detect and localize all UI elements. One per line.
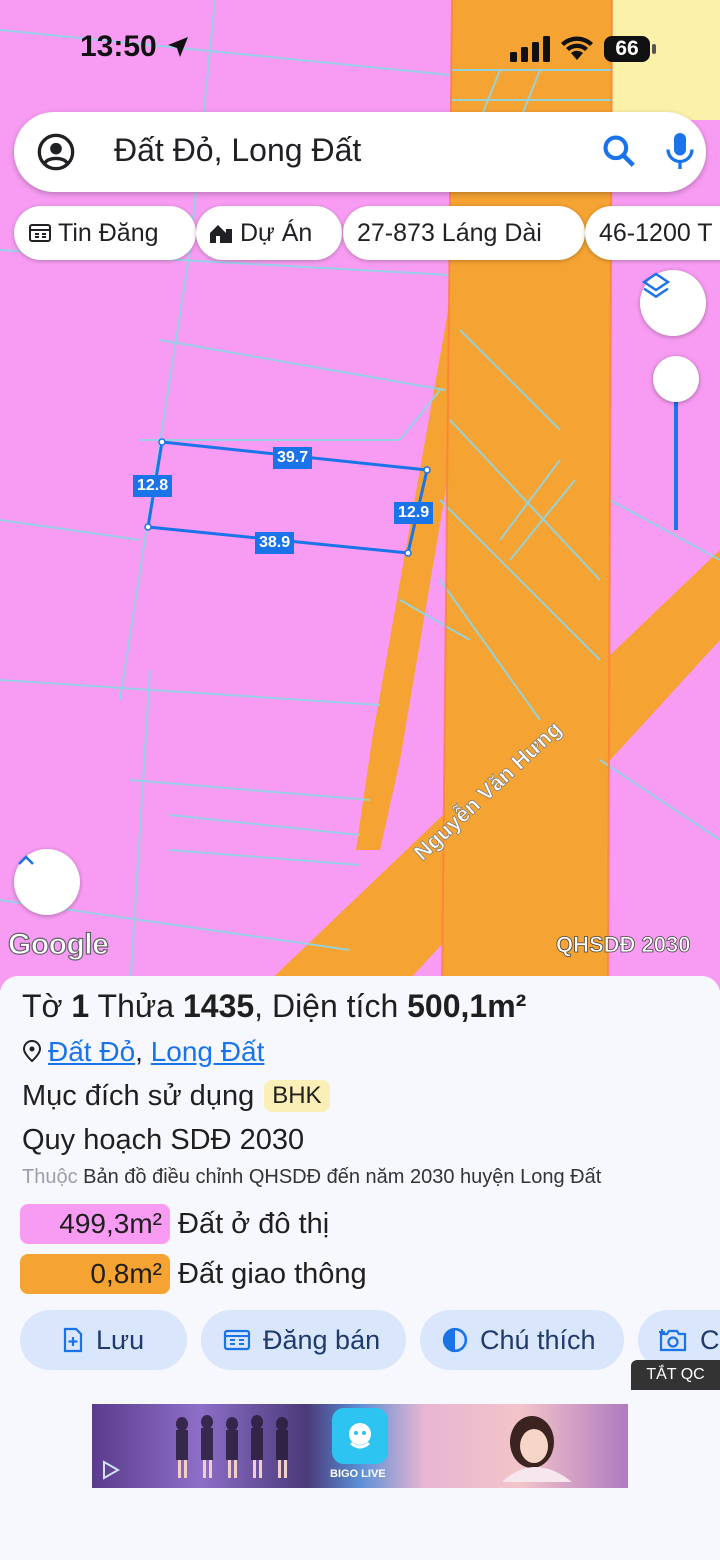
source-prefix: Thuộc [22, 1166, 78, 1188]
sheet-number: 1 [71, 988, 90, 1024]
dimension-right: 12.9 [394, 502, 434, 524]
land-use-name: Đất giao thông [178, 1257, 367, 1290]
area-label: , Diện tích [254, 988, 399, 1024]
chip-label: Tin Đăng [58, 218, 159, 247]
action-label: C [700, 1324, 720, 1355]
address-separator: , [135, 1036, 143, 1067]
post-sale-icon [223, 1329, 251, 1351]
plot-number: 1435 [182, 988, 255, 1024]
search-bar[interactable]: Đất Đỏ, Long Đất [14, 112, 706, 192]
battery-nub [652, 44, 656, 54]
filter-chips: Tin Đăng Dự Án 27-873 Láng Dài 46-1200 T [0, 206, 720, 262]
action-label: Đăng bán [263, 1324, 381, 1355]
dimension-bottom: 38.9 [255, 532, 295, 554]
action-buttons: Lưu Đăng bán Chú thích C [0, 1310, 720, 1372]
status-time: 13:50 [80, 30, 157, 63]
commune-link[interactable]: Đất Đỏ [48, 1036, 135, 1067]
listing-icon [29, 224, 51, 242]
cellular-signal-icon [510, 36, 550, 62]
plan-title: Quy hoạch SDĐ 2030 [22, 1124, 305, 1156]
chip-label: Dự Án [240, 218, 313, 247]
dimension-top: 39.7 [273, 447, 313, 469]
battery-level: 66 [604, 36, 650, 62]
chip-plan-1200[interactable]: 46-1200 T [585, 206, 720, 260]
google-attribution: Google [7, 927, 109, 961]
source-text: Bản đồ điều chỉnh QHSDĐ đến năm 2030 huy… [83, 1166, 602, 1188]
plan-source: Thuộc Bản đồ điều chỉnh QHSDĐ đến năm 20… [22, 1166, 601, 1189]
expand-sheet-button[interactable] [14, 849, 80, 915]
opacity-slider-track[interactable] [674, 395, 678, 530]
chip-label: 46-1200 T [599, 218, 713, 247]
ad-brand-text: BIGO LIVE [330, 1468, 386, 1480]
land-use-area: 0,8m² [20, 1254, 170, 1294]
purpose-code-badge: BHK [264, 1080, 330, 1112]
opacity-slider-thumb[interactable] [653, 356, 699, 402]
microphone-icon[interactable] [662, 130, 698, 172]
post-for-sale-button[interactable]: Đăng bán [201, 1310, 406, 1370]
sheet-label: Tờ [22, 988, 63, 1024]
wifi-icon [561, 36, 593, 60]
play-icon [103, 1460, 120, 1480]
search-icon[interactable] [600, 132, 638, 170]
chip-projects[interactable]: Dự Án [196, 206, 342, 260]
search-input[interactable]: Đất Đỏ, Long Đất [114, 132, 361, 169]
action-label: Lưu [96, 1324, 145, 1355]
close-ad-button[interactable]: TẮT QC [631, 1360, 720, 1390]
parcel-title: Tờ 1 Thửa 1435, Diện tích 500,1m² [22, 988, 526, 1025]
land-use-row: 499,3m² Đất ở đô thị [20, 1204, 329, 1246]
action-label: Chú thích [480, 1324, 596, 1355]
chip-listings[interactable]: Tin Đăng [14, 206, 196, 260]
dimension-left: 12.8 [133, 475, 173, 497]
location-pin-icon [22, 1039, 42, 1063]
plot-label: Thửa [97, 988, 175, 1024]
parcel-info-sheet: Tờ 1 Thửa 1435, Diện tích 500,1m² Đất Đỏ… [0, 976, 720, 1560]
account-icon[interactable] [36, 132, 76, 172]
district-link[interactable]: Long Đất [151, 1036, 265, 1067]
purpose-label: Mục đích sử dụng [22, 1080, 255, 1112]
land-use-name: Đất ở đô thị [178, 1207, 330, 1240]
bigo-mascot-icon [349, 1423, 371, 1449]
chip-label: 27-873 Láng Dài [357, 218, 542, 247]
chevron-up-icon [18, 855, 34, 865]
legend-button[interactable]: Chú thích [420, 1310, 624, 1370]
plan-layer-label: QHSDĐ 2030 [556, 932, 691, 958]
camera-icon [659, 1329, 687, 1352]
land-use-row: 0,8m² Đất giao thông [20, 1254, 367, 1296]
save-button[interactable]: Lưu [20, 1310, 187, 1370]
legend-icon [442, 1327, 468, 1353]
project-icon [210, 225, 232, 243]
parcel-address: Đất Đỏ, Long Đất [22, 1036, 264, 1068]
save-icon [63, 1327, 83, 1353]
land-use-area: 499,3m² [20, 1204, 170, 1244]
location-arrow-icon [168, 37, 188, 57]
ad-banner[interactable]: BIGO LIVE [92, 1404, 628, 1488]
area-value: 500,1m² [407, 988, 527, 1024]
bigo-live-logo [332, 1408, 388, 1464]
land-purpose: Mục đích sử dụng BHK [22, 1080, 330, 1113]
layers-button[interactable] [640, 270, 706, 336]
chip-plan-lang-dai[interactable]: 27-873 Láng Dài [343, 206, 585, 260]
layers-icon [641, 272, 671, 299]
ad-artwork [176, 1415, 572, 1482]
status-bar: 13:50 66 [0, 0, 720, 100]
